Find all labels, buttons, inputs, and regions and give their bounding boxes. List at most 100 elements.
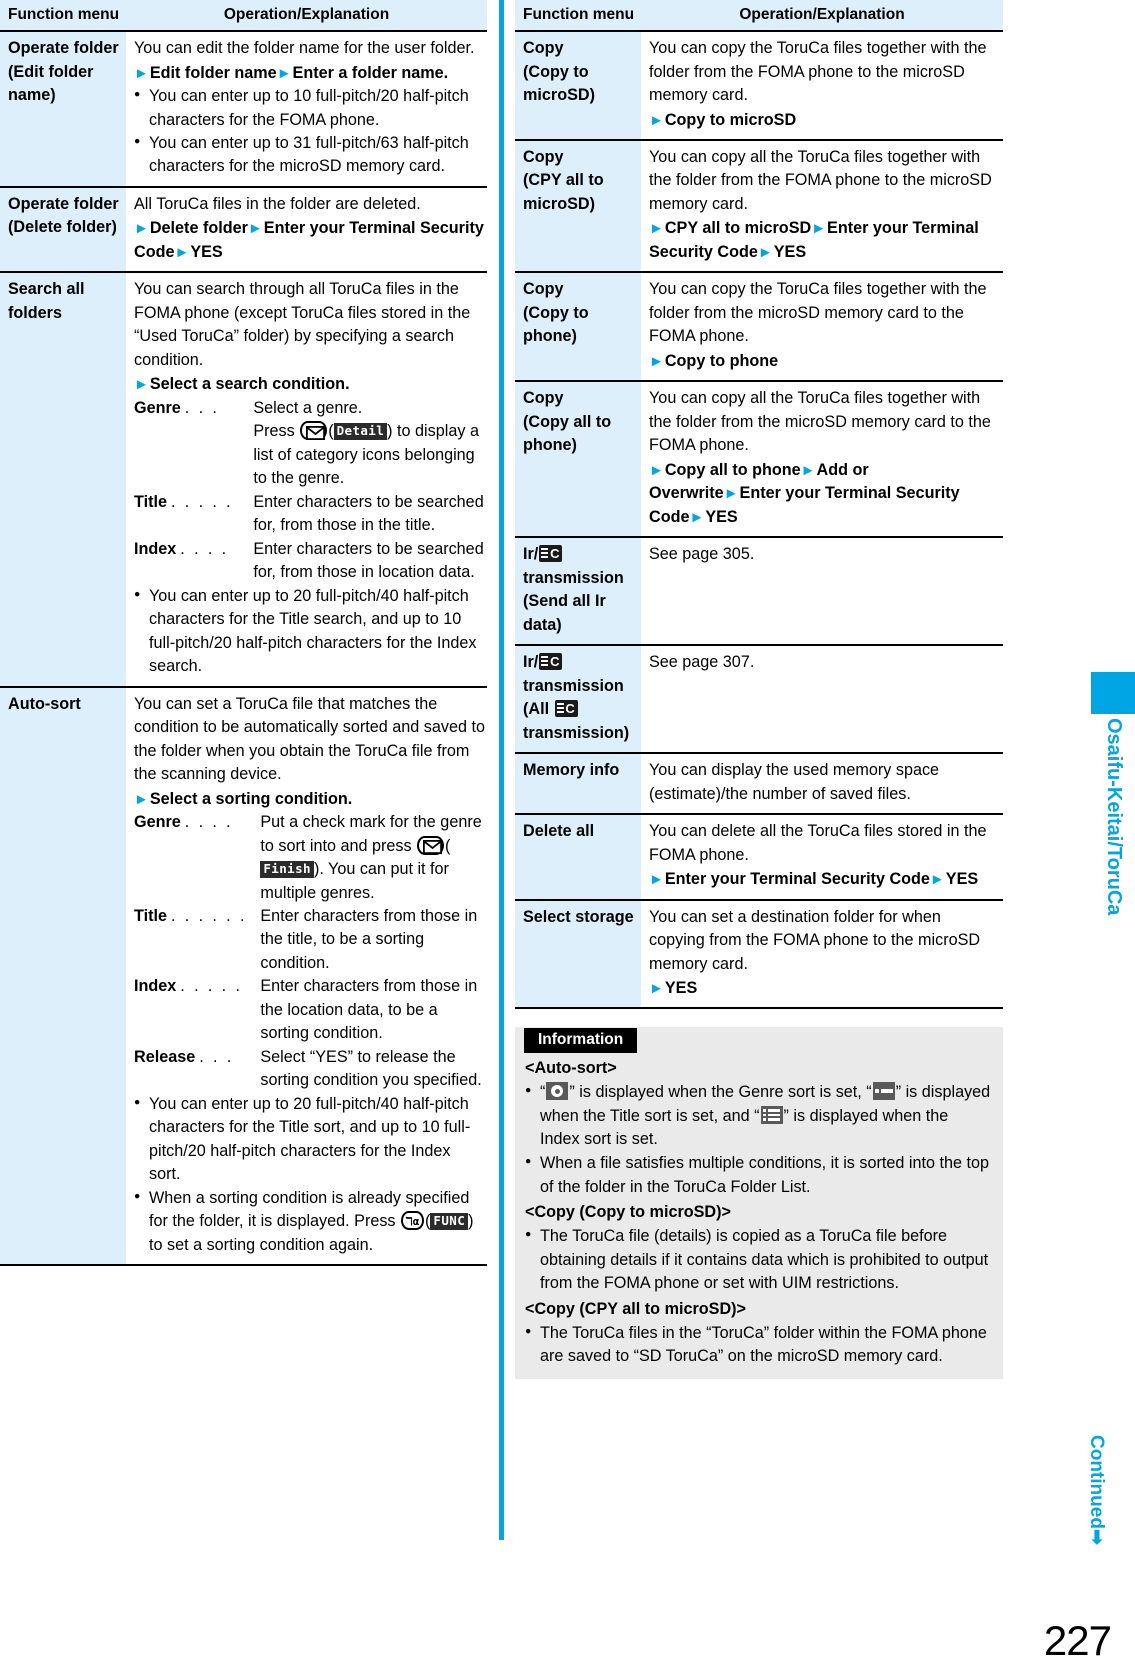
definition-text: Enter characters to be searched for, fro… — [253, 539, 484, 582]
ic-card-icon: C — [554, 700, 578, 718]
menu-cell: Search all folders — [0, 272, 126, 688]
step-triangle-icon: ► — [649, 461, 664, 479]
menu-cell: Select storage — [515, 899, 641, 1010]
step-triangle-icon: ► — [134, 790, 149, 808]
definition-label: Title — [134, 492, 167, 511]
intro-text: You can display the used memory space (e… — [649, 761, 940, 803]
step-line: ►Delete folder►Enter your Terminal Secur… — [134, 219, 484, 261]
leader-dots: . . . — [199, 1047, 234, 1066]
explanation-cell: You can edit the folder name for the use… — [126, 31, 487, 188]
leader-dots: . . . . . . — [170, 907, 247, 925]
bullet-list: “” is displayed when the Genre sort is s… — [525, 1080, 991, 1199]
information-heading: <Copy (CPY all to microSD)> — [525, 1300, 746, 1319]
intro-text: You can copy the ToruCa files together w… — [649, 280, 987, 346]
intro-text: You can copy the ToruCa files together w… — [649, 39, 987, 105]
definition-list: Genre . . . . Put a check mark for the g… — [134, 811, 485, 1093]
step-triangle-icon: ► — [929, 871, 945, 889]
arrow-right-icon: ➡ — [1086, 1528, 1107, 1545]
intro-text: You can search through all ToruCa files … — [134, 280, 471, 369]
definition-label: Index — [134, 977, 177, 996]
information-heading: <Auto-sort> — [525, 1059, 617, 1078]
menu-cell: Memory info — [515, 753, 641, 816]
step-triangle-icon: ► — [649, 352, 664, 370]
step-triangle-icon: ► — [649, 111, 664, 129]
definition-label: Index — [134, 539, 177, 558]
explanation-cell: You can delete all the ToruCa files stor… — [641, 814, 1003, 901]
step-triangle-icon: ► — [649, 220, 664, 238]
step-triangle-icon: ► — [757, 243, 773, 261]
step-line: ►Select a sorting condition. — [134, 789, 353, 808]
intro-text: All ToruCa files in the folder are delet… — [134, 194, 421, 213]
left-column: Function menu Operation/Explanation Oper… — [0, 0, 487, 1267]
information-heading: <Copy (Copy to microSD)> — [525, 1203, 731, 1222]
list-item: When a file satisfies multiple condition… — [525, 1151, 991, 1199]
table-row: Copy (Copy to microSD) You can copy the … — [515, 31, 1003, 141]
intro-text: You can set a destination folder for whe… — [649, 907, 981, 973]
step-line: ►Enter your Terminal Security Code►YES — [649, 870, 979, 889]
definition-row: Index . . . . Enter characters to be sea… — [134, 538, 485, 585]
explanation-cell: You can set a destination folder for whe… — [641, 899, 1003, 1010]
step-triangle-icon: ► — [649, 980, 664, 997]
table-header-row: Function menu Operation/Explanation — [0, 0, 487, 33]
list-item: You can enter up to 20 full-pitch/40 hal… — [134, 1092, 485, 1187]
ic-card-icon: C — [539, 545, 563, 563]
function-menu-table-right: Function menu Operation/Explanation Copy… — [515, 0, 1003, 1010]
function-menu-table-left: Function menu Operation/Explanation Oper… — [0, 0, 487, 1267]
menu-cell: Operate folder (Delete folder) — [0, 186, 126, 274]
intro-text: You can copy all the ToruCa files togeth… — [649, 389, 991, 455]
definition-row: Genre . . . . Put a check mark for the g… — [134, 811, 485, 905]
table-row: Search all folders You can search throug… — [0, 272, 487, 688]
explanation-cell: You can display the used memory space (e… — [641, 753, 1003, 816]
envelope-key-icon — [300, 421, 328, 441]
definition-label: Release — [134, 1047, 196, 1066]
definition-text: Enter characters from those in the title… — [260, 907, 478, 972]
right-column: Function menu Operation/Explanation Copy… — [515, 0, 1003, 1380]
intro-text: See page 307. — [649, 653, 755, 672]
definition-row: Index . . . . . Enter characters from th… — [134, 975, 485, 1045]
bullet-list: You can enter up to 20 full-pitch/40 hal… — [134, 1092, 485, 1257]
explanation-cell: You can copy all the ToruCa files togeth… — [641, 139, 1003, 274]
list-item: When a sorting condition is already spec… — [134, 1186, 485, 1257]
step-triangle-icon: ► — [134, 220, 149, 238]
step-triangle-icon: ► — [723, 485, 739, 503]
definition-row: Title . . . . . . Enter characters from … — [134, 905, 485, 975]
table-row: Copy (Copy all to phone) You can copy al… — [515, 381, 1003, 539]
menu-cell: Ir/C transmission (All C transmission) — [515, 645, 641, 755]
definition-row: Genre . . . Select a genre. — [134, 397, 485, 420]
table-row: Select storage You can set a destination… — [515, 899, 1003, 1010]
definition-row: Title . . . . . Enter characters to be s… — [134, 491, 485, 538]
explanation-cell: You can copy the ToruCa files together w… — [641, 272, 1003, 383]
step-triangle-icon: ► — [689, 508, 705, 526]
bullet-list: The ToruCa file (details) is copied as a… — [525, 1224, 991, 1296]
explanation-cell: You can copy the ToruCa files together w… — [641, 31, 1003, 141]
menu-cell: Copy (CPY all to microSD) — [515, 139, 641, 274]
step-line: ►Copy to phone — [649, 351, 779, 370]
genre-sort-icon — [546, 1082, 569, 1101]
table-row: Ir/C transmission (Send all Ir data) See… — [515, 537, 1003, 647]
bullet-list: The ToruCa files in the “ToruCa” folder … — [525, 1321, 991, 1369]
step-triangle-icon: ► — [134, 376, 149, 394]
explanation-cell: See page 307. — [641, 645, 1003, 755]
step-triangle-icon: ► — [276, 64, 292, 82]
table-header-row: Function menu Operation/Explanation — [515, 0, 1003, 33]
manual-page: Function menu Operation/Explanation Oper… — [0, 0, 1135, 1671]
softkey-label-detail: Detail — [333, 422, 388, 441]
func-key-icon: ℸα — [401, 1211, 425, 1231]
bullet-list: You can enter up to 20 full-pitch/40 hal… — [134, 584, 485, 679]
information-box: Information <Auto-sort> “” is displayed … — [515, 1027, 1003, 1380]
intro-text: You can set a ToruCa file that matches t… — [134, 694, 485, 784]
continued-marker: Continued➡ — [1086, 1435, 1107, 1545]
definition-row: Release . . . Select “YES” to release th… — [134, 1046, 485, 1093]
intro-text: You can copy all the ToruCa files togeth… — [649, 147, 992, 213]
explanation-cell: You can copy all the ToruCa files togeth… — [641, 381, 1003, 539]
step-triangle-icon: ► — [811, 220, 827, 238]
leader-dots: . . . . . — [170, 492, 234, 511]
definition-text: Enter characters from those in the locat… — [260, 977, 478, 1043]
header-operation: Operation/Explanation — [641, 0, 1003, 33]
step-triangle-icon: ► — [174, 243, 190, 261]
softkey-label-func: FUNC — [430, 1212, 469, 1231]
step-line: ►Edit folder name►Enter a folder name. — [134, 63, 449, 82]
leader-dots: . . . . . — [180, 977, 243, 996]
menu-cell: Copy (Copy all to phone) — [515, 381, 641, 539]
explanation-cell: You can set a ToruCa file that matches t… — [126, 686, 487, 1267]
